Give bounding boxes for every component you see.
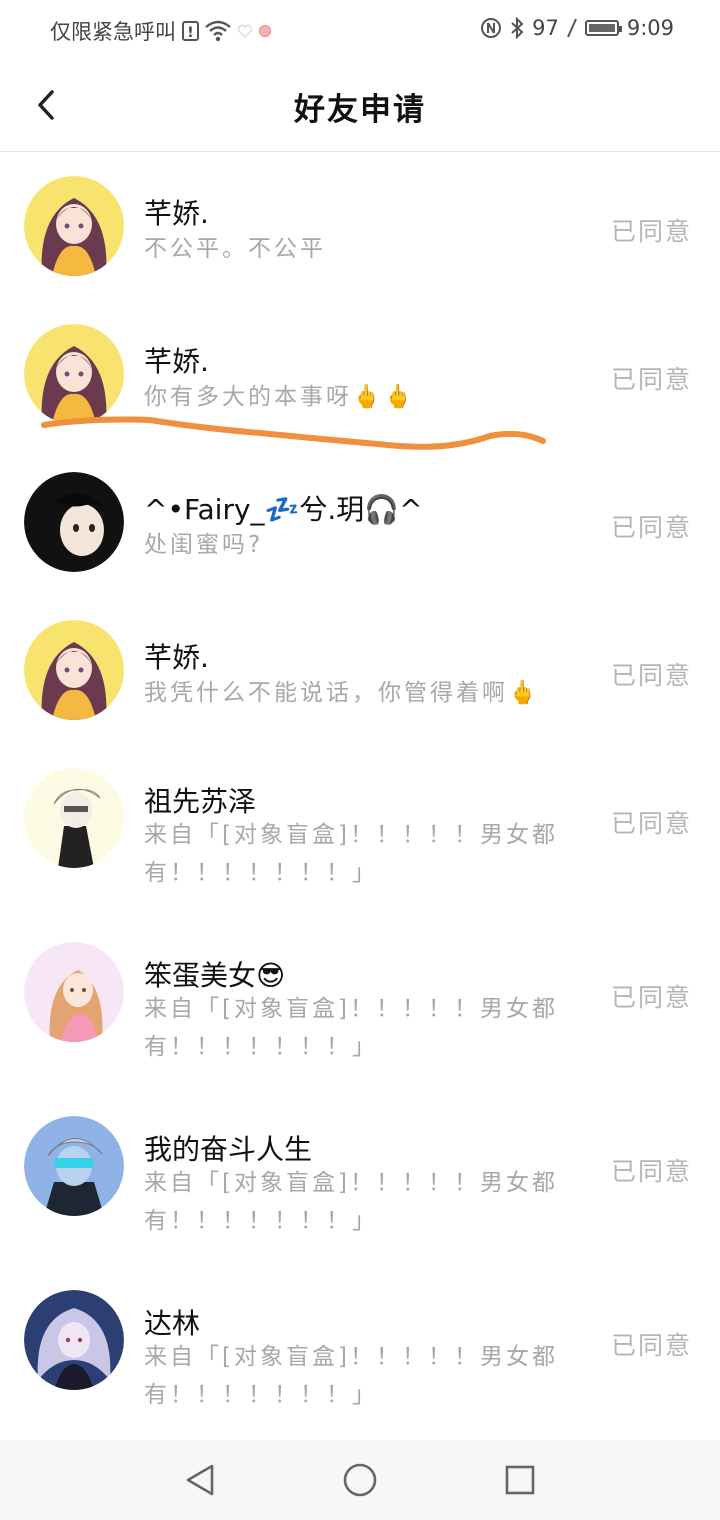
avatar[interactable] bbox=[24, 620, 124, 720]
requester-name: 芊娇. bbox=[144, 641, 209, 674]
square-recents-icon bbox=[505, 1465, 535, 1495]
status-bar: 仅限紧急呼叫 ! 97 9:09 bbox=[0, 0, 720, 60]
request-row[interactable]: 芊娇. 我凭什么不能说话，你管得着啊🖕 已同意 bbox=[0, 596, 720, 744]
status-badge: 已同意 bbox=[610, 1157, 692, 1186]
status-badge: 已同意 bbox=[610, 809, 692, 838]
request-row[interactable]: 我的奋斗人生 来自「[对象盲盒]！！！！！男女都有！！！！！！！」 已同意 bbox=[0, 1092, 720, 1266]
avatar[interactable] bbox=[24, 176, 124, 276]
white-hair-avatar-icon bbox=[24, 768, 124, 868]
request-message: 来自「[对象盲盒]！！！！！男女都有！！！！！！！」 bbox=[144, 822, 558, 886]
status-badge: 已同意 bbox=[610, 1331, 692, 1360]
avatar[interactable] bbox=[24, 472, 124, 572]
silver-hair-avatar-icon bbox=[24, 1290, 124, 1390]
heart-icon bbox=[237, 24, 253, 38]
system-nav-bar bbox=[0, 1440, 720, 1520]
request-message: 你有多大的本事呀🖕🖕 bbox=[144, 384, 416, 410]
anime-girl-avatar-icon bbox=[24, 176, 124, 276]
nav-home-button[interactable] bbox=[338, 1458, 382, 1502]
request-message: 来自「[对象盲盒]！！！！！男女都有！！！！！！！」 bbox=[144, 1170, 558, 1234]
notification-dot-icon bbox=[259, 25, 271, 37]
avatar[interactable] bbox=[24, 324, 124, 424]
carrier-label: 仅限紧急呼叫 bbox=[50, 20, 176, 44]
status-badge: 已同意 bbox=[610, 365, 692, 394]
avatar[interactable] bbox=[24, 942, 124, 1042]
page-title: 好友申请 bbox=[294, 92, 426, 128]
request-row[interactable]: 笨蛋美女😎 来自「[对象盲盒]！！！！！男女都有！！！！！！！」 已同意 bbox=[0, 918, 720, 1092]
requester-name: 祖先苏泽 bbox=[144, 785, 257, 818]
anime-girl-avatar-icon bbox=[24, 620, 124, 720]
status-badge: 已同意 bbox=[610, 983, 692, 1012]
status-bar-left: 仅限紧急呼叫 ! bbox=[50, 16, 271, 46]
avatar[interactable] bbox=[24, 1116, 124, 1216]
clock: 9:09 bbox=[626, 16, 674, 40]
nfc-icon bbox=[481, 18, 502, 38]
battery-icon bbox=[584, 20, 622, 36]
app-header: 好友申请 bbox=[0, 60, 720, 152]
request-message: 处闺蜜吗? bbox=[144, 532, 264, 558]
request-message: 来自「[对象盲盒]！！！！！男女都有！！！！！！！」 bbox=[144, 996, 558, 1060]
requester-name: 芊娇. bbox=[144, 345, 209, 378]
blue-visor-avatar-icon bbox=[24, 1116, 124, 1216]
request-row[interactable]: 祖先苏泽 来自「[对象盲盒]！！！！！男女都有！！！！！！！」 已同意 bbox=[0, 744, 720, 918]
status-badge: 已同意 bbox=[610, 217, 692, 246]
avatar[interactable] bbox=[24, 768, 124, 868]
request-row[interactable]: 达林 来自「[对象盲盒]！！！！！男女都有！！！！！！！」 已同意 bbox=[0, 1266, 720, 1440]
requester-name: 芊娇. bbox=[144, 197, 209, 230]
nav-recents-button[interactable] bbox=[498, 1458, 542, 1502]
status-bar-right: 97 9:09 bbox=[480, 16, 674, 40]
request-message: 我凭什么不能说话，你管得着啊🖕 bbox=[144, 680, 540, 706]
request-message: 来自「[对象盲盒]！！！！！男女都有！！！！！！！」 bbox=[144, 1344, 558, 1408]
request-row[interactable]: ^•Fairy_💤兮.玥🎧^ 处闺蜜吗? 已同意 bbox=[0, 448, 720, 596]
pink-girl-avatar-icon bbox=[24, 942, 124, 1042]
charging-icon bbox=[566, 18, 577, 38]
battery-percent: 97 bbox=[532, 16, 559, 40]
bluetooth-icon bbox=[511, 17, 524, 39]
requester-name: 笨蛋美女😎 bbox=[144, 959, 286, 992]
nav-back-button[interactable] bbox=[178, 1458, 222, 1502]
triangle-back-icon bbox=[186, 1464, 214, 1496]
request-message: 不公平。不公平 bbox=[144, 236, 326, 262]
circle-home-icon bbox=[343, 1463, 377, 1497]
request-row[interactable]: 芊娇. 不公平。不公平 已同意 bbox=[0, 152, 720, 300]
sim-alert-icon: ! bbox=[182, 21, 199, 41]
avatar[interactable] bbox=[24, 1290, 124, 1390]
requester-name: 我的奋斗人生 bbox=[144, 1133, 313, 1166]
dark-hair-avatar-icon bbox=[24, 472, 124, 572]
request-row[interactable]: 芊娇. 你有多大的本事呀🖕🖕 已同意 bbox=[0, 300, 720, 448]
wifi-icon bbox=[205, 20, 231, 42]
status-badge: 已同意 bbox=[610, 661, 692, 690]
requester-name: ^•Fairy_💤兮.玥🎧^ bbox=[144, 493, 423, 526]
anime-girl-avatar-icon bbox=[24, 324, 124, 424]
requester-name: 达林 bbox=[144, 1307, 201, 1340]
status-badge: 已同意 bbox=[610, 513, 692, 542]
